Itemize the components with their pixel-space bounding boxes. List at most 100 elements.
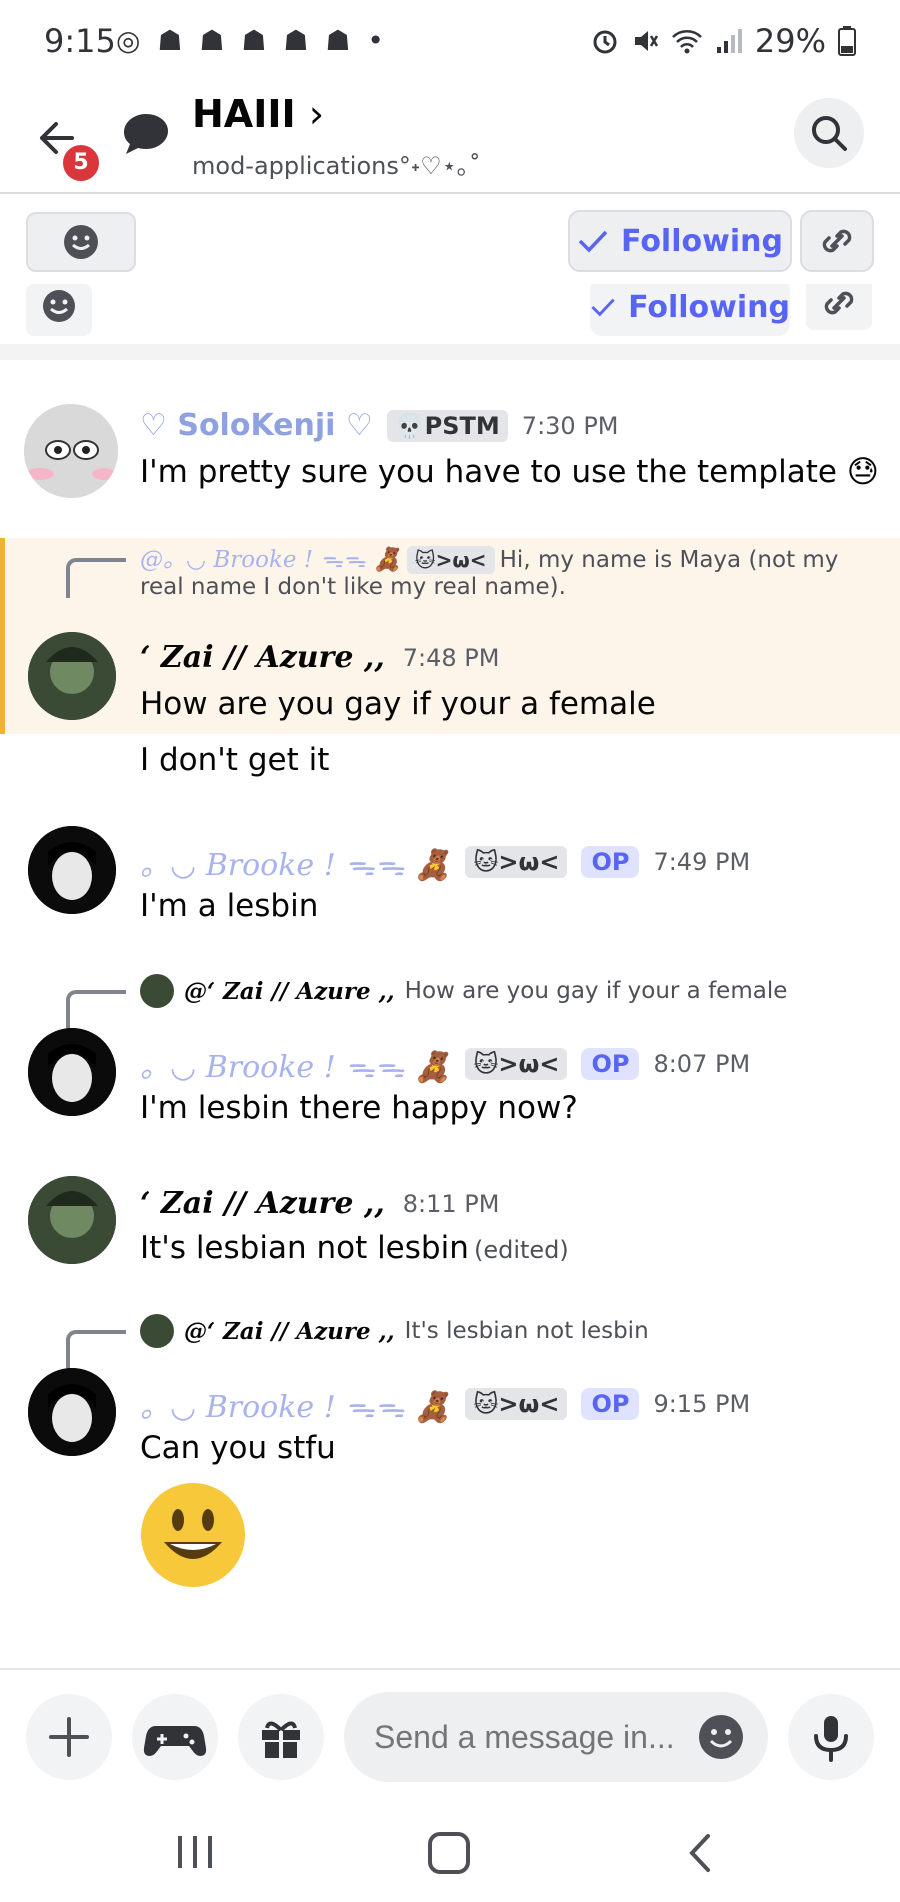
message-header: ‘ Zai // Azure ,, 8:11 PM <box>140 1186 499 1221</box>
timestamp: 7:48 PM <box>402 643 500 672</box>
reply-text: It's lesbian not lesbin <box>404 1318 649 1344</box>
message-input-box[interactable] <box>344 1692 768 1782</box>
gift-button[interactable] <box>238 1694 324 1780</box>
message-text: I'm pretty sure you have to use the temp… <box>140 454 880 490</box>
reply-text: How are you gay if your a female <box>404 978 788 1004</box>
following-button[interactable]: Following <box>568 210 792 272</box>
avatar[interactable] <box>28 1028 116 1116</box>
role-tag: 🐱>ω< <box>465 1388 568 1420</box>
message-header: 。◡ Brooke ! ᯓᯓ 🧸 🐱>ω< OP 8:07 PM <box>140 1042 750 1086</box>
avatar[interactable] <box>28 826 116 914</box>
battery-icon <box>838 26 856 56</box>
message-text: I'm a lesbin <box>140 888 319 924</box>
reply-connector <box>66 990 126 1030</box>
timestamp: 8:07 PM <box>653 1050 751 1078</box>
activities-button[interactable] <box>132 1694 218 1780</box>
alarm-icon <box>593 30 617 54</box>
avatar[interactable] <box>28 632 116 720</box>
home-icon[interactable] <box>424 1828 474 1878</box>
username[interactable]: ‘ Zai // Azure ,, <box>140 640 385 675</box>
timestamp: 7:30 PM <box>521 411 619 440</box>
op-badge: OP <box>581 1048 640 1080</box>
message-header: ♡ SoloKenji ♡ 💀PSTM 7:30 PM <box>140 408 619 443</box>
mute-icon <box>634 31 658 51</box>
message-text: Can you stfu <box>140 1430 336 1466</box>
username[interactable]: ♡ SoloKenji ♡ <box>140 408 373 443</box>
voice-message-button[interactable] <box>788 1694 874 1780</box>
message-text: I don't get it <box>140 742 330 778</box>
reply-avatar <box>140 1314 174 1348</box>
battery-level: 29% <box>754 22 826 60</box>
message-text: How are you gay if your a female <box>140 686 656 722</box>
wifi-icon <box>672 30 702 54</box>
notification-icons: ◎ ☗ ☗ ☗ ☗ ☗ • <box>116 24 388 57</box>
reply-preview[interactable]: @‘ Zai // Azure ,, How are you gay if yo… <box>140 974 787 1008</box>
thread-actions-sticky: Following <box>0 284 900 340</box>
recent-apps-icon[interactable] <box>170 1830 220 1874</box>
message-body: It's lesbian not lesbin (edited) <box>140 1230 569 1266</box>
reply-tag: 🐱>ω< <box>406 546 495 574</box>
username[interactable]: 。◡ Brooke ! ᯓᯓ 🧸 <box>140 1042 451 1086</box>
op-badge: OP <box>581 1388 640 1420</box>
check-icon <box>578 230 608 253</box>
role-tag: 🐱>ω< <box>465 846 568 878</box>
emoji-picker-icon[interactable] <box>696 1712 746 1762</box>
message-header: ‘ Zai // Azure ,, 7:48 PM <box>140 640 499 675</box>
reply-preview[interactable]: @。◡ Brooke ! ᯓᯓ 🧸 🐱>ω< Hi, my name is Ma… <box>140 540 880 600</box>
timestamp: 9:15 PM <box>653 1390 751 1418</box>
reply-username: @‘ Zai // Azure ,, <box>184 977 395 1005</box>
channel-header: 5 HAIII › mod-applications°˖♡⋆｡˚ <box>0 88 900 194</box>
status-time: 9:15 <box>44 22 116 60</box>
emoji-react-button[interactable] <box>26 212 136 272</box>
gift-icon <box>262 1721 300 1758</box>
avatar[interactable] <box>28 1176 116 1264</box>
avatar[interactable] <box>28 1368 116 1456</box>
gamepad-icon <box>143 1726 207 1756</box>
thread-actions: Following <box>0 206 900 284</box>
microphone-icon <box>814 1716 848 1762</box>
role-tag: 💀PSTM <box>386 409 508 442</box>
message-composer <box>0 1668 900 1790</box>
smiley-icon <box>43 290 75 322</box>
reply-username: @‘ Zai // Azure ,, <box>184 1317 395 1345</box>
check-icon <box>591 298 615 317</box>
username[interactable]: 。◡ Brooke ! ᯓᯓ 🧸 <box>140 1382 451 1426</box>
message-text: It's lesbian not lesbin <box>140 1230 469 1266</box>
op-badge: OP <box>581 846 640 878</box>
avatar[interactable] <box>24 404 118 498</box>
thread-title[interactable]: HAIII › <box>192 92 324 136</box>
following-button-2[interactable]: Following <box>590 284 790 336</box>
link-icon <box>822 229 852 253</box>
signal-icon <box>716 29 742 53</box>
copy-link-button[interactable] <box>800 210 874 272</box>
reply-avatar <box>140 974 174 1008</box>
username[interactable]: ‘ Zai // Azure ,, <box>140 1186 385 1221</box>
status-right: 29% <box>591 22 856 60</box>
unread-badge: 5 <box>60 142 102 184</box>
reply-connector <box>66 1330 126 1370</box>
search-button[interactable] <box>794 98 864 168</box>
channel-name: mod-applications°˖♡⋆｡˚ <box>192 152 481 180</box>
back-nav-icon[interactable] <box>680 1828 720 1878</box>
system-nav-bar <box>0 1798 900 1902</box>
plus-icon <box>49 1717 89 1757</box>
copy-link-button-2[interactable] <box>806 284 872 330</box>
chevron-right-icon: › <box>308 92 325 136</box>
timestamp: 7:49 PM <box>653 848 751 876</box>
emoji-react-button-2[interactable] <box>26 284 92 336</box>
message-input[interactable] <box>372 1712 676 1762</box>
timestamp: 8:11 PM <box>402 1189 500 1218</box>
status-bar: 9:15 ◎ ☗ ☗ ☗ ☗ ☗ • 29% <box>0 0 900 88</box>
username[interactable]: 。◡ Brooke ! ᯓᯓ 🧸 <box>140 840 451 884</box>
message-header: 。◡ Brooke ! ᯓᯓ 🧸 🐱>ω< OP 9:15 PM <box>140 1382 750 1426</box>
reply-text-cont: real name I don't like my real name). <box>140 574 566 600</box>
add-attachment-button[interactable] <box>26 1694 112 1780</box>
link-icon <box>824 291 854 315</box>
thread-icon <box>124 114 168 154</box>
reply-connector <box>66 558 126 598</box>
message-text: I'm lesbin there happy now? <box>140 1090 578 1126</box>
smiley-emoji <box>140 1482 246 1592</box>
reply-preview[interactable]: @‘ Zai // Azure ,, It's lesbian not lesb… <box>140 1314 649 1348</box>
reply-username: @。◡ Brooke ! ᯓᯓ 🧸 <box>140 547 402 573</box>
reply-text: Hi, my name is Maya (not my <box>499 547 839 573</box>
